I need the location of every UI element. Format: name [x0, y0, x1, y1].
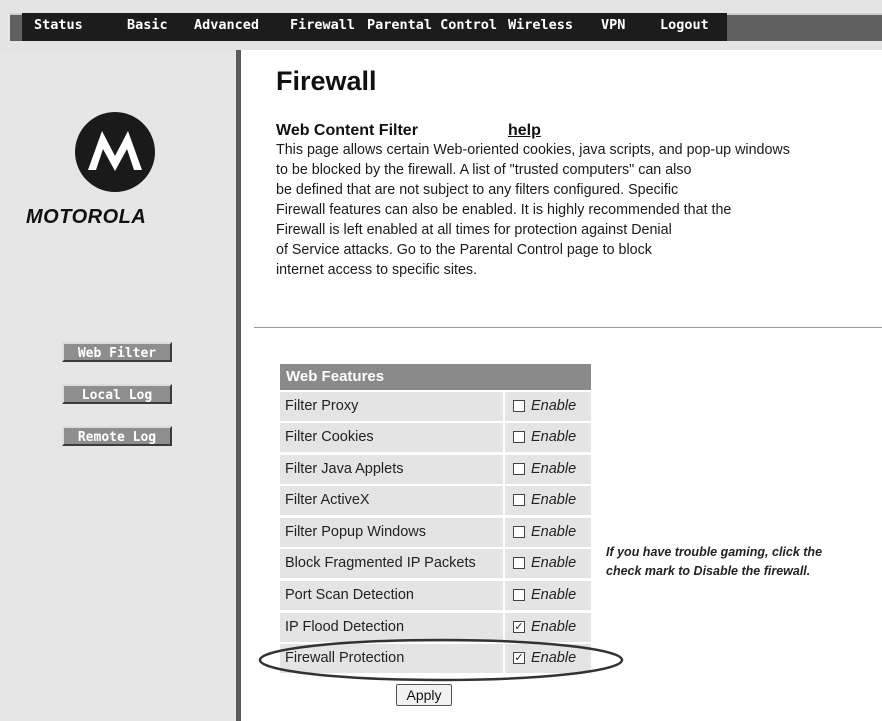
enable-label: Enable [531, 524, 577, 540]
help-link[interactable]: help [508, 122, 541, 140]
feature-label-filter-java-applets: Filter Java Applets [280, 455, 503, 484]
feature-cell: Enable [505, 423, 591, 452]
nav-firewall[interactable]: Firewall [290, 17, 355, 33]
feature-label-block-fragmented-ip-packets: Block Fragmented IP Packets [280, 549, 503, 578]
nav-logout[interactable]: Logout [660, 17, 709, 33]
filter-java-applets-checkbox[interactable] [513, 463, 525, 475]
feature-label-filter-cookies: Filter Cookies [280, 423, 503, 452]
enable-label: Enable [531, 429, 577, 445]
note-line: If you have trouble gaming, click the [606, 545, 823, 559]
enable-label: Enable [531, 492, 577, 508]
highlight-oval [258, 638, 624, 682]
feature-cell: Enable [505, 486, 591, 515]
remote-log-button[interactable]: Remote Log [62, 426, 172, 446]
note-line: check mark to Disable the firewall. [606, 564, 811, 578]
motorola-logo-icon [75, 112, 155, 192]
nav-basic[interactable]: Basic [127, 17, 168, 33]
nav-status[interactable]: Status [34, 17, 83, 33]
page-title: Firewall [276, 66, 377, 96]
filter-proxy-checkbox[interactable] [513, 400, 525, 412]
enable-label: Enable [531, 555, 577, 571]
filter-cookies-checkbox[interactable] [513, 431, 525, 443]
feature-cell: Enable [505, 549, 591, 578]
table-header-label: Web Features [286, 368, 385, 385]
web-filter-button[interactable]: Web Filter [62, 342, 172, 362]
enable-label: Enable [531, 461, 577, 477]
section-title: Web Content Filter [276, 122, 418, 139]
enable-label: Enable [531, 587, 577, 603]
gaming-note: If you have trouble gaming, click the ch… [606, 543, 822, 581]
block-fragmented-ip-packets-checkbox[interactable] [513, 557, 525, 569]
local-log-button[interactable]: Local Log [62, 384, 172, 404]
enable-label: Enable [531, 398, 577, 414]
nav-parental-control[interactable]: Parental Control [367, 17, 497, 33]
feature-label-filter-activex: Filter ActiveX [280, 486, 503, 515]
feature-cell: Enable [505, 392, 591, 421]
description-line: be defined that are not subject to any f… [276, 182, 679, 198]
description-line: to be blocked by the firewall. A list of… [276, 162, 692, 178]
description-line: of Service attacks. Go to the Parental C… [276, 242, 652, 258]
filter-popup-windows-checkbox[interactable] [513, 526, 525, 538]
port-scan-detection-checkbox[interactable] [513, 589, 525, 601]
section-divider [254, 327, 882, 328]
nav-wireless[interactable]: Wireless [508, 17, 573, 33]
sidebar-divider [236, 50, 241, 721]
ip-flood-detection-checkbox[interactable]: ✓ [513, 621, 525, 633]
nav-advanced[interactable]: Advanced [194, 17, 259, 33]
description-line: internet access to specific sites. [276, 262, 478, 278]
feature-label-port-scan-detection: Port Scan Detection [280, 581, 503, 610]
description-line: Firewall is left enabled at all times fo… [276, 222, 672, 238]
apply-button[interactable]: Apply [396, 684, 452, 706]
nav-vpn[interactable]: VPN [601, 17, 625, 33]
description-line: This page allows certain Web-oriented co… [276, 142, 790, 158]
description-line: Firewall features can also be enabled. I… [276, 202, 732, 218]
feature-cell: Enable [505, 518, 591, 547]
feature-label-filter-proxy: Filter Proxy [280, 392, 503, 421]
feature-label-filter-popup-windows: Filter Popup Windows [280, 518, 503, 547]
feature-cell: Enable [505, 581, 591, 610]
filter-activex-checkbox[interactable] [513, 494, 525, 506]
brand-name: MOTOROLA [26, 206, 147, 228]
feature-cell: Enable [505, 455, 591, 484]
